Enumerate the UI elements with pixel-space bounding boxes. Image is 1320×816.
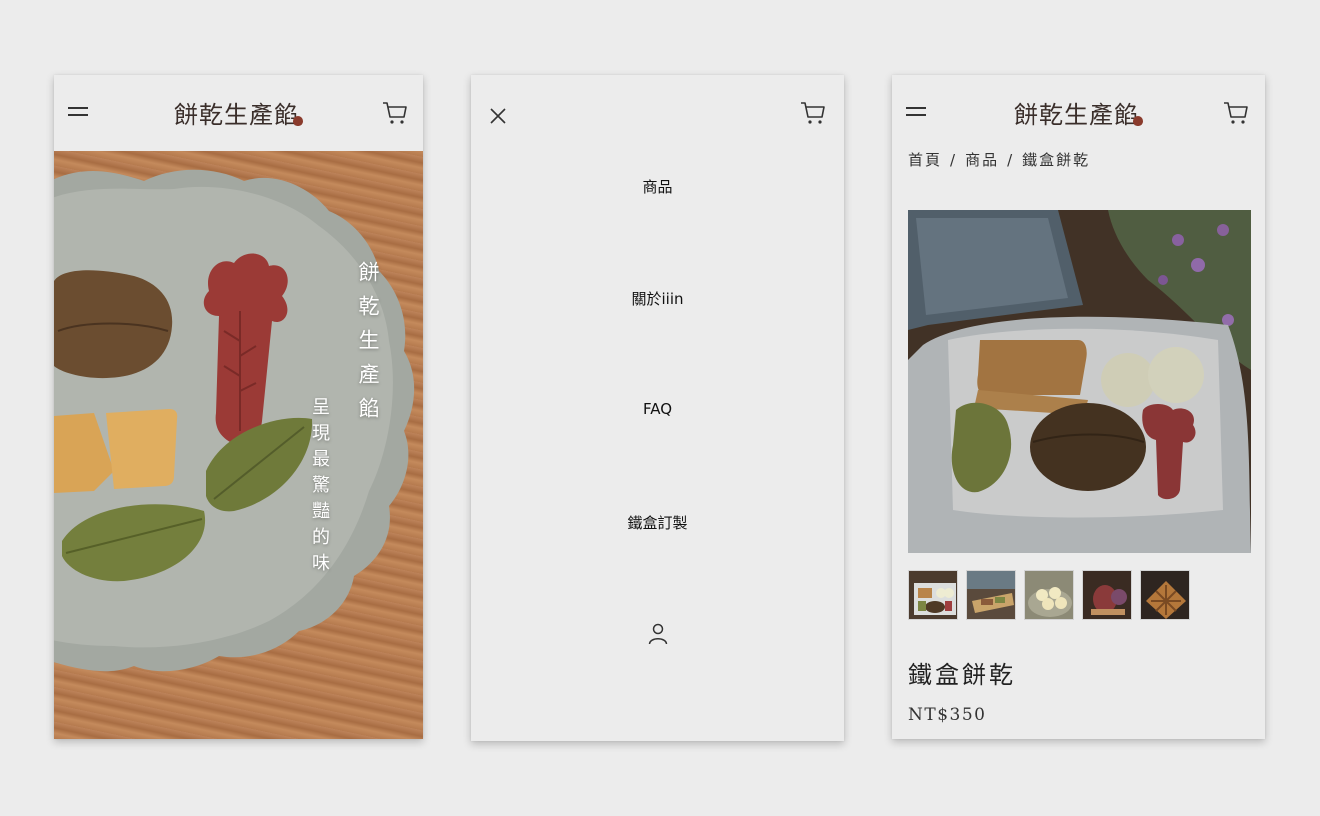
header: 餅乾生產餡 [892,75,1265,151]
hero-subtitle: 呈現最驚豔的味 [309,397,330,579]
product-screen: 餅乾生產餡 首頁 / 商品 / 鐵盒餅乾 鐵盒餅乾 NT$350 [892,75,1265,739]
hero-title: 餅乾生產餡 [356,261,380,431]
logo-text: 餅乾生產餡 [1014,101,1139,129]
thumbnail-3[interactable] [1024,570,1074,620]
menu-item-faq[interactable]: FAQ [471,400,844,418]
header: 餅乾生產餡 [54,75,423,151]
close-icon[interactable] [487,105,509,127]
breadcrumb-current: 鐵盒餅乾 [1022,151,1091,169]
product-main-image[interactable] [908,210,1251,553]
breadcrumb-separator: / [950,151,958,169]
cart-icon[interactable] [1222,99,1250,127]
thumbnail-5[interactable] [1140,570,1190,620]
cookie-plate-illustration [54,169,415,672]
breadcrumb-home[interactable]: 首頁 [908,151,942,169]
cart-icon[interactable] [799,99,827,127]
chestnut-icon [1133,115,1143,126]
product-price: NT$350 [908,705,987,725]
menu-screen: 商品 關於iiin FAQ 鐵盒訂製 [471,75,844,741]
home-screen: 餅乾生產餡 餅乾生產餡 呈現最驚豔的味 [54,75,423,739]
chestnut-icon [293,115,303,126]
product-title: 鐵盒餅乾 [908,661,1016,689]
thumbnail-1[interactable] [908,570,958,620]
user-icon[interactable] [647,622,669,646]
tin-box-illustration [908,210,1251,553]
menu-item-products[interactable]: 商品 [471,176,844,197]
cart-icon[interactable] [381,99,409,127]
logo-text: 餅乾生產餡 [174,101,299,129]
breadcrumb: 首頁 / 商品 / 鐵盒餅乾 [908,149,1090,170]
thumbnail-4[interactable] [1082,570,1132,620]
hero-image: 餅乾生產餡 呈現最驚豔的味 [54,151,423,739]
breadcrumb-separator: / [1007,151,1015,169]
logo[interactable]: 餅乾生產餡 [892,95,1265,130]
logo[interactable]: 餅乾生產餡 [54,95,423,130]
menu-item-custom-tin[interactable]: 鐵盒訂製 [471,512,844,533]
menu-item-about[interactable]: 關於iiin [471,288,844,309]
breadcrumb-products[interactable]: 商品 [965,151,999,169]
thumbnail-2[interactable] [966,570,1016,620]
